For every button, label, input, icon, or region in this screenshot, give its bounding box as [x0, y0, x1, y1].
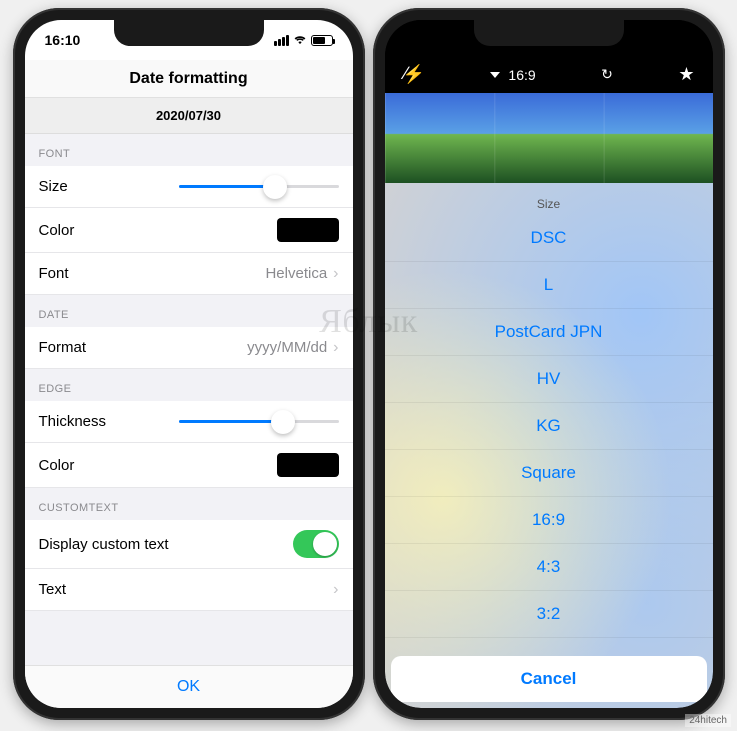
row-date-format[interactable]: Format yyyy/MM/dd › — [25, 327, 353, 369]
row-edge-thickness: Thickness — [25, 401, 353, 443]
section-header-date: DATE — [25, 295, 353, 327]
date-preview: 2020/07/30 — [25, 98, 353, 134]
edge-color-label: Color — [39, 457, 75, 474]
cancel-button[interactable]: Cancel — [391, 656, 707, 702]
status-indicators — [689, 32, 693, 48]
notch — [114, 20, 264, 46]
date-preview-value: 2020/07/30 — [156, 108, 221, 123]
row-font-size: Size — [25, 166, 353, 208]
row-font-color[interactable]: Color — [25, 208, 353, 253]
page-title: Date formatting — [129, 70, 247, 88]
row-edge-color[interactable]: Color — [25, 443, 353, 488]
size-option-postcard-jpn[interactable]: PostCard JPN — [385, 309, 713, 356]
row-font-family[interactable]: Font Helvetica › — [25, 253, 353, 295]
size-option-hv[interactable]: HV — [385, 356, 713, 403]
source-credit: 24hitech — [685, 714, 731, 727]
font-size-slider[interactable] — [179, 185, 339, 188]
display-custom-text-label: Display custom text — [39, 536, 169, 553]
custom-text-label: Text — [39, 581, 67, 598]
ok-button[interactable]: OK — [25, 665, 353, 708]
camera-toolbar: ⚡∕ 16:9 ↻ ★ — [385, 60, 713, 93]
date-format-label: Format — [39, 339, 87, 356]
screen-camera-size-picker: ⚡∕ 16:9 ↻ ★ Size DSC L PostCard JPN HV K… — [385, 20, 713, 708]
status-indicators — [274, 35, 333, 46]
phone-frame-left: 16:10 Date formatting 2020/07/30 FONT Si… — [13, 8, 365, 720]
cellular-signal-icon — [274, 35, 289, 46]
notch — [474, 20, 624, 46]
edge-color-swatch[interactable] — [277, 453, 339, 477]
dropdown-triangle-icon[interactable] — [490, 72, 500, 78]
edge-thickness-label: Thickness — [39, 413, 107, 430]
loop-icon[interactable]: ↻ — [601, 66, 613, 83]
size-option-l[interactable]: L — [385, 262, 713, 309]
size-action-sheet: Size DSC L PostCard JPN HV KG Square 16:… — [385, 183, 713, 708]
size-option-16-9[interactable]: 16:9 — [385, 497, 713, 544]
edge-thickness-slider[interactable] — [179, 420, 339, 423]
size-option-kg[interactable]: KG — [385, 403, 713, 450]
chevron-right-icon: › — [333, 581, 338, 599]
font-size-label: Size — [39, 178, 68, 195]
settings-scroll[interactable]: FONT Size Color Font Helvetica — [25, 134, 353, 665]
font-color-label: Color — [39, 222, 75, 239]
camera-preview — [385, 93, 713, 183]
cancel-button-label: Cancel — [521, 669, 577, 688]
status-time — [405, 32, 409, 48]
date-format-value: yyyy/MM/dd — [247, 339, 327, 356]
row-custom-text[interactable]: Text › — [25, 569, 353, 611]
phone-frame-right: ⚡∕ 16:9 ↻ ★ Size DSC L PostCard JPN HV K… — [373, 8, 725, 720]
section-header-customtext: CUSTOMTEXT — [25, 488, 353, 520]
size-option-4-3[interactable]: 4:3 — [385, 544, 713, 591]
star-icon[interactable]: ★ — [678, 64, 694, 85]
navbar: Date formatting — [25, 60, 353, 98]
sheet-options-list: DSC L PostCard JPN HV KG Square 16:9 4:3… — [385, 215, 713, 650]
flash-off-icon[interactable]: ⚡∕ — [403, 64, 425, 85]
row-display-custom-text: Display custom text — [25, 520, 353, 569]
wifi-icon — [293, 35, 307, 45]
font-color-swatch[interactable] — [277, 218, 339, 242]
display-custom-text-toggle[interactable] — [293, 530, 339, 558]
font-family-value: Helvetica — [265, 265, 327, 282]
size-option-3-2[interactable]: 3:2 — [385, 591, 713, 638]
size-option-square[interactable]: Square — [385, 450, 713, 497]
battery-icon — [311, 35, 333, 46]
font-family-label: Font — [39, 265, 69, 282]
screen-date-formatting: 16:10 Date formatting 2020/07/30 FONT Si… — [25, 20, 353, 708]
ok-button-label: OK — [177, 678, 200, 695]
chevron-right-icon: › — [333, 265, 338, 283]
chevron-right-icon: › — [333, 339, 338, 357]
section-header-font: FONT — [25, 134, 353, 166]
sheet-title: Size — [385, 183, 713, 215]
status-time: 16:10 — [45, 32, 81, 48]
aspect-ratio-label[interactable]: 16:9 — [508, 67, 535, 83]
section-header-edge: EDGE — [25, 369, 353, 401]
size-option-dsc[interactable]: DSC — [385, 215, 713, 262]
